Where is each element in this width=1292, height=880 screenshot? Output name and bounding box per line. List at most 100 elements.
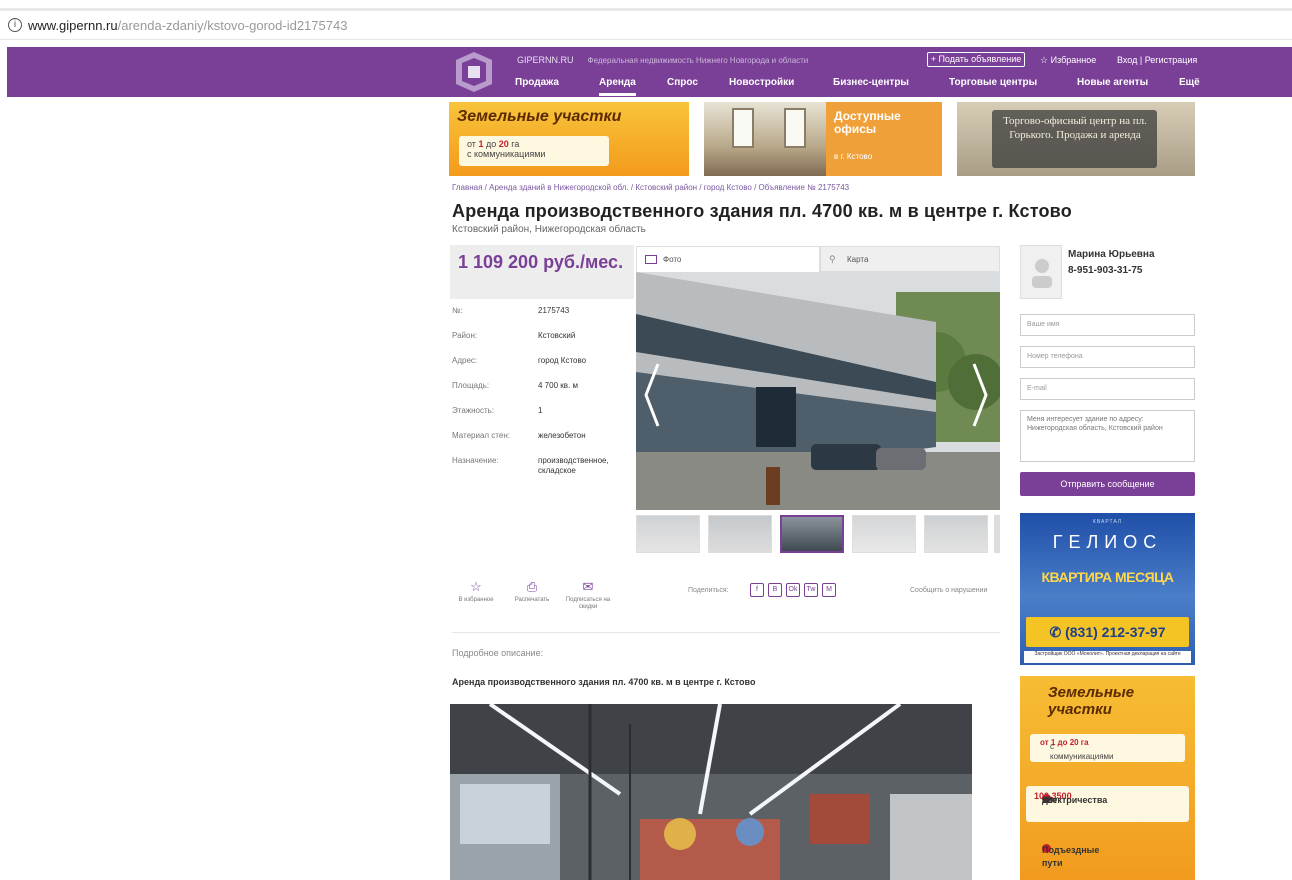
ad-land-power-box: От 100 до 3500 кВтэлектричества	[1026, 786, 1189, 822]
ad-helios-disclaimer: Застройщик ООО «Монолит». Проектная декл…	[1024, 651, 1191, 663]
spec-value: город Кстово	[538, 356, 587, 365]
nav-item-shopping-centers[interactable]: Торговые центры	[949, 77, 1037, 88]
vk-icon[interactable]: В	[768, 583, 782, 597]
ad-helios-phone-text: (831) 212-37-97	[1065, 624, 1166, 640]
banner-offices-title: Доступные офисы	[834, 109, 901, 136]
spec-key: №:	[452, 306, 463, 315]
browser-address-bar[interactable]: i www.gipernn.ru/arenda-zdaniy/kstovo-go…	[0, 0, 1292, 40]
report-link[interactable]: Сообщить о нарушении	[910, 587, 987, 594]
star-icon: ☆	[1040, 55, 1049, 65]
spec-row: Район: Кстовский	[452, 331, 634, 356]
avatar	[1020, 245, 1062, 299]
banner-land-title: Земельные участки	[457, 108, 622, 125]
favorite-button[interactable]: ☆ В избранное	[452, 580, 500, 604]
spec-key: Назначение:	[452, 456, 499, 465]
email-field[interactable]: E-mail	[1020, 378, 1195, 400]
toolbar-edge	[0, 8, 1292, 11]
spec-key: Материал стен:	[452, 431, 510, 440]
message-field[interactable]: Меня интересует здание по адресу: Нижего…	[1020, 410, 1195, 462]
banner-land-text: от 1 до 20 га с коммуникациями	[467, 139, 546, 159]
thumbnail-strip	[636, 515, 1000, 553]
ad-helios[interactable]: КВАРТАЛ ГЕЛИОС КВАРТИРА МЕСЯЦА ✆ (831) 2…	[1020, 513, 1195, 665]
banner-center-text: Торгово-офисный центр на пл. Горького. П…	[1003, 115, 1147, 141]
send-message-button[interactable]: Отправить сообщение	[1020, 472, 1195, 496]
site-logo-icon[interactable]	[452, 50, 496, 94]
name-field[interactable]: Ваше имя	[1020, 314, 1195, 336]
spec-row: Назначение: производственное, складское	[452, 456, 634, 481]
actions-row: ☆ В избранное ⎙ Распечатать ✉ Подписаться н…	[452, 580, 1000, 624]
map-pin-icon: ⚲	[829, 254, 836, 264]
agent-name: Марина Юрьевна	[1068, 249, 1155, 260]
description-heading: Подробное описание:	[452, 648, 544, 658]
url-path: /arenda-zdaniy/kstovo-gorod-id2175743	[117, 18, 348, 33]
thumbnail[interactable]	[994, 515, 1000, 553]
agent-phone[interactable]: 8-951-903-31-75	[1068, 265, 1143, 276]
nav-item-more[interactable]: Ещё	[1179, 77, 1200, 88]
nav-item-rent[interactable]: Аренда	[599, 77, 636, 96]
spec-value: Кстовский	[538, 331, 576, 340]
nav-item-new-buildings[interactable]: Новостройки	[729, 77, 794, 88]
favorite-label: В избранное	[458, 597, 494, 603]
banner-window	[732, 108, 754, 148]
phone-field[interactable]: Номер телефона	[1020, 346, 1195, 368]
thumbnail[interactable]	[636, 515, 700, 553]
spec-key: Адрес:	[452, 356, 478, 365]
thumbnail[interactable]	[708, 515, 772, 553]
add-ad-button[interactable]: + Подать объявление	[927, 52, 1025, 67]
banner-offices[interactable]: Доступные офисы в г. Кстово	[704, 102, 942, 176]
ad-helios-brand: ГЕЛИОС	[1052, 532, 1163, 552]
favorites-label: Избранное	[1050, 55, 1097, 65]
breadcrumb[interactable]: Главная / Аренда зданий в Нижегородской …	[452, 183, 849, 192]
thumbnail[interactable]	[924, 515, 988, 553]
banner-trade-center[interactable]: Торгово-офисный центр на пл. Горького. П…	[957, 102, 1195, 176]
tab-photo-label: Фото	[663, 255, 682, 264]
url-text[interactable]: www.gipernn.ru/arenda-zdaniy/kstovo-goro…	[28, 18, 347, 33]
ad-helios-slogan: КВАРТИРА МЕСЯЦА	[1041, 569, 1174, 585]
nav-item-demand[interactable]: Спрос	[667, 77, 698, 88]
banner-offices-subtitle: в г. Кстово	[834, 152, 873, 161]
share-label: Поделиться:	[688, 587, 729, 594]
nav-item-business-centers[interactable]: Бизнес-центры	[833, 77, 909, 88]
banner-land-plots[interactable]: Земельные участки от 1 до 20 га с коммуни…	[449, 102, 689, 176]
site-header: GIPERNN.RU Федеральная недвижимость Нижне…	[7, 47, 1292, 97]
description-title: Аренда производственного здания пл. 4700…	[452, 677, 756, 687]
user-icon	[1032, 259, 1052, 288]
twitter-icon[interactable]: Tw	[804, 583, 818, 597]
divider	[452, 632, 1000, 633]
thumbnail[interactable]	[780, 515, 844, 553]
nav-item-new-agents[interactable]: Новые агенты	[1077, 77, 1148, 88]
banner-office-photo	[704, 102, 826, 176]
tab-map[interactable]: ⚲ Карта	[820, 246, 1000, 272]
info-icon[interactable]: i	[8, 18, 22, 32]
tab-photo[interactable]: Фото	[636, 246, 820, 272]
mailru-icon[interactable]: M	[822, 583, 836, 597]
subscribe-button[interactable]: ✉ Подписаться на скидки	[564, 580, 612, 611]
ad-land-plots[interactable]: Земельные участки от 1 до 20 га с коммуник…	[1020, 676, 1195, 880]
main-nav: Продажа Аренда Спрос Новостройки Бизнес-…	[507, 77, 1200, 96]
spec-row: №: 2175743	[452, 306, 634, 331]
url-domain: www.gipernn.ru	[28, 18, 118, 33]
print-button[interactable]: ⎙ Распечатать	[508, 580, 556, 604]
photo-icon	[645, 255, 657, 264]
interior-photo[interactable]	[450, 704, 972, 880]
main-photo[interactable]	[636, 272, 1000, 510]
print-label: Распечатать	[514, 597, 550, 603]
spec-value: производственное, складское	[538, 456, 609, 475]
chevron-left-icon[interactable]	[642, 360, 662, 430]
login-link[interactable]: Вход | Регистрация	[1117, 55, 1197, 65]
envelope-icon: ✉	[582, 579, 594, 594]
spec-row: Материал стен: железобетон	[452, 431, 634, 456]
spec-value: 4 700 кв. м	[538, 381, 578, 390]
favorites-link[interactable]: ☆ Избранное	[1040, 55, 1096, 66]
printer-icon: ⎙	[526, 579, 538, 594]
facebook-icon[interactable]: f	[750, 583, 764, 597]
chevron-right-icon[interactable]	[970, 360, 990, 430]
odnoklassniki-icon[interactable]: Ok	[786, 583, 800, 597]
page-title: Аренда производственного здания пл. 4700…	[452, 201, 1072, 221]
price-box: 1 109 200 руб./мес.	[450, 245, 634, 299]
spec-value: железобетон	[538, 431, 586, 440]
spec-row: Адрес: город Кстово	[452, 356, 634, 381]
spec-value: 2175743	[538, 306, 570, 315]
nav-item-sale[interactable]: Продажа	[515, 77, 559, 88]
thumbnail[interactable]	[852, 515, 916, 553]
